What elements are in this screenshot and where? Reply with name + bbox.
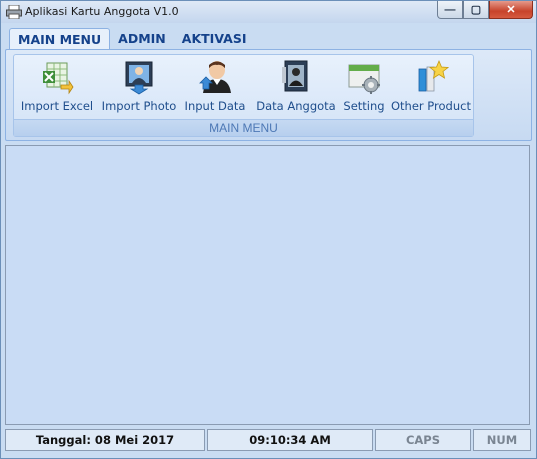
minimize-button[interactable]: — (437, 1, 463, 19)
member-card-icon (282, 60, 308, 92)
status-num: NUM (473, 429, 531, 451)
window-controls: — ▢ ✕ (437, 1, 533, 19)
status-bar: Tanggal: 08 Mei 2017 09:10:34 AM CAPS NU… (1, 426, 536, 458)
setting-button[interactable]: Setting (342, 59, 386, 117)
maximize-button[interactable]: ▢ (463, 1, 489, 19)
input-data-label: Input Data (184, 99, 246, 113)
status-time: 09:10:34 AM (207, 429, 373, 451)
other-product-label: Other Product (391, 99, 471, 113)
title-bar[interactable]: Aplikasi Kartu Anggota V1.0 — ▢ ✕ (1, 1, 536, 23)
tab-aktivasi[interactable]: AKTIVASI (174, 28, 255, 50)
app-window: Aplikasi Kartu Anggota V1.0 — ▢ ✕ MAIN M… (0, 0, 537, 459)
setting-label: Setting (343, 99, 385, 113)
ribbon-tabs: MAIN MENU ADMIN AKTIVASI (9, 28, 254, 50)
ribbon-panel: Import Excel Import Photo Input Data Dat… (5, 49, 532, 141)
import-excel-label: Import Excel (20, 99, 94, 113)
data-anggota-button[interactable]: Data Anggota (254, 59, 338, 117)
import-photo-button[interactable]: Import Photo (100, 59, 178, 117)
user-add-icon (199, 61, 231, 93)
close-button[interactable]: ✕ (489, 1, 533, 19)
status-date: Tanggal: 08 Mei 2017 (5, 429, 205, 451)
excel-import-icon (43, 62, 74, 95)
main-content-area[interactable] (5, 145, 530, 425)
tab-main-menu[interactable]: MAIN MENU (9, 28, 111, 50)
import-photo-label: Import Photo (101, 99, 177, 113)
tab-admin[interactable]: ADMIN (110, 28, 174, 50)
product-star-icon (418, 59, 449, 92)
status-caps: CAPS (375, 429, 471, 451)
settings-icon (348, 64, 380, 94)
window-title: Aplikasi Kartu Anggota V1.0 (25, 5, 179, 18)
other-product-button[interactable]: Other Product (390, 59, 472, 117)
input-data-button[interactable]: Input Data (182, 59, 248, 117)
printer-icon (6, 5, 22, 19)
import-excel-button[interactable]: Import Excel (18, 59, 96, 117)
ribbon-group-label: MAIN MENU (14, 119, 473, 136)
ribbon-group-main-menu: Import Excel Import Photo Input Data Dat… (13, 54, 474, 137)
photo-import-icon (125, 61, 153, 95)
data-anggota-label: Data Anggota (256, 99, 336, 113)
